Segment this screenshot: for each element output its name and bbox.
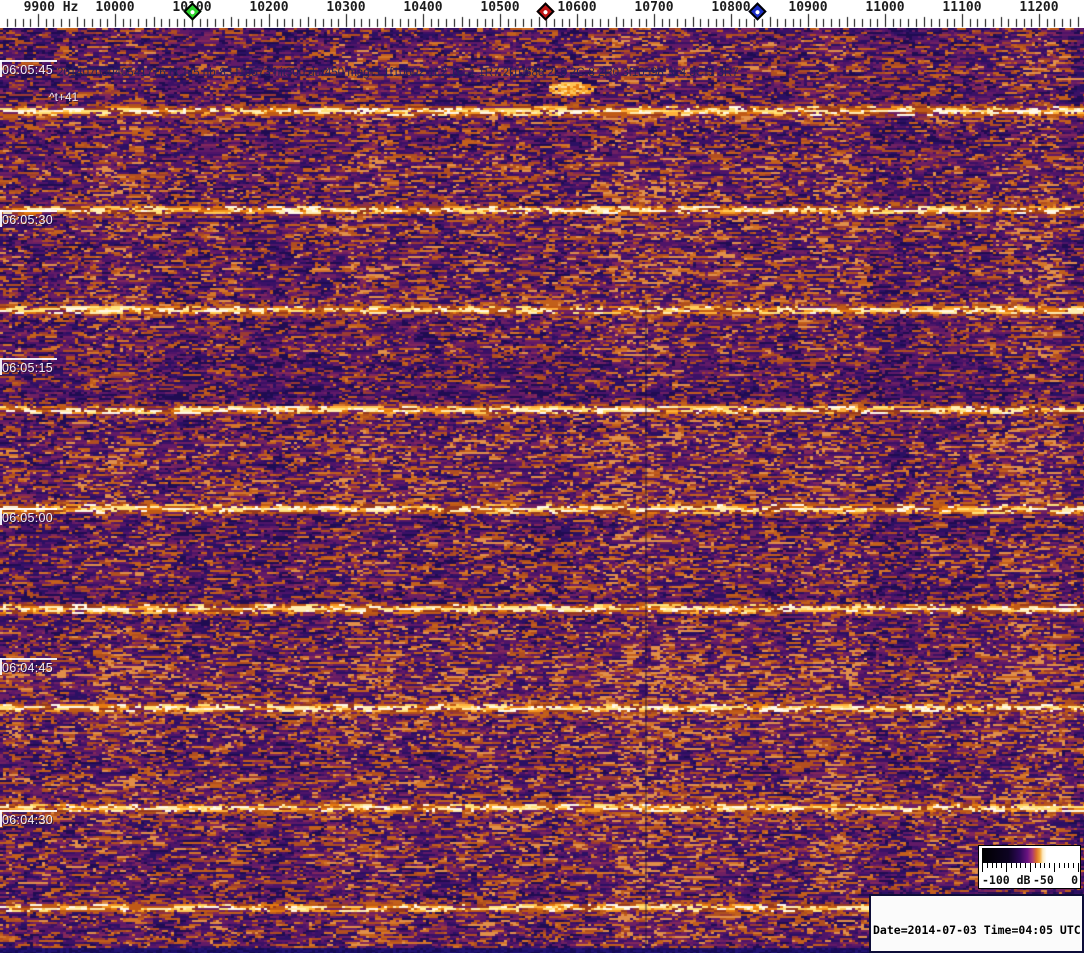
colorbar-tick — [986, 863, 988, 868]
time-label: 06:05:00 — [2, 511, 54, 525]
colorbar-tick — [1015, 863, 1017, 868]
colorbar-tick — [1001, 863, 1003, 868]
freq-label: 10900 — [788, 0, 828, 15]
freq-label: 11200 — [1019, 0, 1059, 15]
freq-label: 10500 — [480, 0, 520, 15]
freq-label: 9900 Hz — [23, 0, 79, 15]
time-tick-mark — [0, 60, 57, 62]
colorbar-tick — [1006, 863, 1007, 872]
colorbar-tick — [982, 863, 983, 872]
colorbar-tick — [996, 863, 998, 868]
colorbar-tick — [991, 863, 993, 868]
colorbar-tick — [1034, 863, 1036, 868]
marker-center-dot — [754, 8, 760, 15]
detection-annotation: 20140703040541776 hCnt5 nb-83 f10573 hit… — [57, 67, 739, 79]
meteor-spectrogram-window: 9900 Hz100001010010200103001040010500106… — [0, 0, 1084, 953]
freq-label: 11100 — [942, 0, 982, 15]
freq-label: 10300 — [326, 0, 366, 15]
freq-label: 10400 — [403, 0, 443, 15]
freq-label: 10600 — [557, 0, 597, 15]
colorbar-tick — [1039, 863, 1041, 868]
freq-label: 10200 — [249, 0, 289, 15]
colorbar-tick — [1030, 863, 1031, 872]
spectrogram-area: 06:05:45 06:05:30 06:05:15 06:05:00 06:04:45… — [0, 28, 1084, 953]
colorbar-gradient — [982, 848, 1077, 863]
colorbar-label-mid: -50 — [1033, 873, 1054, 887]
time-label: 06:04:30 — [2, 813, 54, 827]
time-label: 06:05:15 — [2, 361, 54, 375]
time-label: 06:05:45 — [2, 63, 54, 77]
colorbar-tick — [1063, 863, 1065, 868]
colorbar-tick — [1073, 863, 1075, 868]
frequency-ruler: 9900 Hz100001010010200103001040010500106… — [0, 0, 1084, 28]
time-offset-note: ^t+41 — [49, 90, 79, 104]
time-tick-mark — [0, 508, 57, 510]
time-label: 06:04:45 — [2, 661, 54, 675]
spectrogram-waterfall — [0, 28, 1084, 953]
colorbar-tick — [1020, 863, 1022, 868]
colorbar-tick — [1054, 863, 1055, 872]
colorbar-label-max: 0 — [1071, 873, 1078, 887]
colorbar-tick-marks — [982, 863, 1079, 873]
colorbar-tick — [1025, 863, 1027, 868]
time-tick-mark — [0, 210, 57, 212]
freq-label: 10000 — [95, 0, 135, 15]
colorbar-tick — [1049, 863, 1051, 868]
colorbar-tick — [1068, 863, 1070, 868]
colorbar-tick — [1044, 863, 1046, 868]
marker-center-dot — [542, 8, 548, 15]
marker-center-dot — [189, 8, 195, 15]
time-label: 06:05:30 — [2, 213, 54, 227]
freq-label: 11000 — [865, 0, 905, 15]
time-tick-mark — [0, 810, 57, 812]
freq-label: 10700 — [634, 0, 674, 15]
info-line-date: Date=2014-07-03 Time=04:05 UTC — [873, 923, 1081, 937]
station-info-box: Date=2014-07-03 Time=04:05 UTC Freq=143 … — [869, 894, 1084, 953]
time-tick-mark — [0, 358, 57, 360]
freq-label: 10800 — [711, 0, 751, 15]
colorbar-labels: -100 dB -50 0 — [981, 873, 1079, 887]
colorbar-label-min: -100 dB — [982, 873, 1031, 887]
colorbar-tick — [1078, 863, 1079, 872]
colorbar-tick — [1010, 863, 1012, 868]
colorbar-legend: -100 dB -50 0 — [978, 845, 1081, 889]
time-tick-mark — [0, 658, 57, 660]
colorbar-tick — [1058, 863, 1060, 868]
